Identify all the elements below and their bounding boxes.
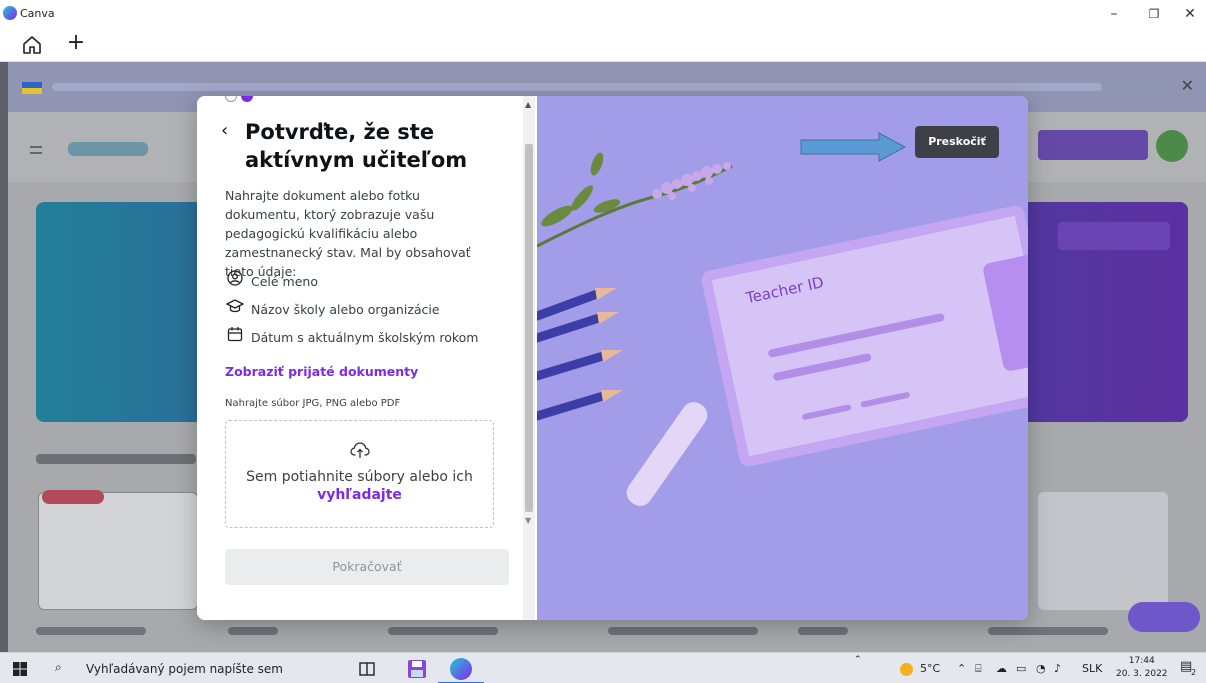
taskbar-search-input[interactable]: Vyhľadávaný pojem napíšte sem: [86, 662, 283, 676]
browse-files-link[interactable]: vyhľadajte: [226, 487, 493, 503]
cloud-upload-icon: [226, 441, 493, 463]
menu-icon: [30, 146, 42, 154]
teacher-id-illustration: Teacher ID Preskočiť: [537, 96, 1028, 620]
teacher-verification-modal: ‹ Potvrďte, že ste aktívnym učiteľom Nah…: [197, 96, 1028, 620]
requirement-label: Názov školy alebo organizácie: [251, 302, 440, 317]
banner-close-icon: ✕: [1180, 76, 1194, 95]
notification-count: 2: [1191, 668, 1197, 677]
taskbar-clock[interactable]: 17:44 20. 3. 2022: [1116, 655, 1168, 681]
minimize-button[interactable]: –: [1098, 4, 1130, 24]
requirement-item: Celé meno: [225, 270, 318, 290]
requirement-item: Názov školy alebo organizácie: [225, 298, 440, 318]
requirement-label: Celé meno: [251, 274, 318, 289]
graduation-cap-icon: [225, 298, 245, 320]
maximize-button[interactable]: ❐: [1138, 4, 1170, 24]
background-caption: [388, 627, 498, 635]
canva-logo-icon: [3, 6, 17, 20]
background-thumbnail-2: [1038, 492, 1168, 610]
card-line: [860, 391, 911, 408]
background-thumbnail: [38, 492, 198, 610]
step-dot-active: [241, 96, 253, 102]
card-line: [767, 312, 946, 358]
background-caption: [608, 627, 758, 635]
windows-taskbar: ⌕ Vyhľadávaný pojem napíšte sem ⌃ 5°C ⌃ …: [0, 652, 1206, 683]
clock-date: 20. 3. 2022: [1116, 669, 1168, 679]
battery-icon[interactable]: ▭: [1016, 662, 1026, 675]
back-chevron-icon[interactable]: ‹: [221, 120, 228, 141]
onedrive-icon[interactable]: ☁: [996, 662, 1007, 675]
arrow-right-icon: [800, 132, 907, 162]
modal-description: Nahrajte dokument alebo fotku dokumentu,…: [225, 188, 471, 279]
ukraine-flag-icon: [22, 82, 42, 94]
background-caption: [36, 627, 146, 635]
background-logo: [68, 142, 148, 156]
weather-icon: [900, 663, 913, 676]
scrollbar-thumb[interactable]: [525, 144, 533, 512]
background-create-button: [1038, 130, 1148, 160]
flower-illustration: [537, 152, 733, 248]
new-tab-button[interactable]: +: [64, 30, 88, 55]
pencils-illustration: [537, 288, 623, 421]
save-disk-icon[interactable]: [406, 658, 428, 680]
canva-app-icon[interactable]: [450, 658, 472, 680]
background-caption: [988, 627, 1108, 635]
language-indicator[interactable]: SLK: [1082, 662, 1102, 675]
requirement-label: Dátum s aktuálnym školským rokom: [251, 330, 479, 345]
search-icon[interactable]: ⌕: [55, 660, 62, 675]
window-title: Canva: [20, 7, 55, 20]
weather-temp[interactable]: 5°C: [920, 662, 940, 675]
task-view-icon[interactable]: [356, 658, 378, 680]
scroll-up-tray-icon[interactable]: ⌃: [854, 655, 862, 665]
modal-form-panel: ‹ Potvrďte, že ste aktívnym učiteľom Nah…: [197, 96, 537, 620]
calendar-icon: [225, 326, 245, 348]
window-titlebar: Canva – ❐ ✕: [0, 0, 1206, 28]
modal-title: Potvrďte, že ste aktívnym učiteľom: [245, 120, 468, 172]
file-dropzone[interactable]: Sem potiahnite súbory alebo ich vyhľadaj…: [225, 420, 494, 528]
background-caption: [228, 627, 278, 635]
card-line: [801, 404, 852, 421]
close-window-button[interactable]: ✕: [1174, 4, 1206, 24]
avatar: [1156, 130, 1188, 162]
tab-bar: +: [0, 28, 1206, 62]
background-caption: [798, 627, 848, 635]
background-hero-button: [1058, 222, 1170, 250]
accepted-documents-link[interactable]: Zobraziť prijaté dokumenty: [225, 364, 418, 379]
banner-text-placeholder: [52, 83, 1102, 91]
marker-illustration: [621, 397, 713, 511]
background-thumbnail-badge: [42, 490, 104, 504]
windows-start-icon[interactable]: [13, 662, 27, 676]
background-help-button: [1128, 602, 1200, 632]
step-dot: [225, 96, 237, 102]
network-icon[interactable]: ⌸: [975, 662, 982, 676]
modal-scrollbar[interactable]: ▲ ▼: [523, 96, 535, 620]
teacher-id-card: Teacher ID: [699, 203, 1028, 469]
clock-time: 17:44: [1128, 656, 1155, 666]
upload-hint: Nahrajte súbor JPG, PNG alebo PDF: [225, 398, 401, 409]
continue-button[interactable]: Pokračovať: [225, 549, 509, 585]
wifi-icon[interactable]: ◔: [1036, 662, 1046, 675]
person-circle-icon: [225, 270, 245, 292]
home-icon[interactable]: [20, 33, 44, 57]
step-indicator: [225, 96, 255, 102]
dropzone-text: Sem potiahnite súbory alebo ich: [246, 469, 473, 485]
scroll-down-icon[interactable]: ▼: [525, 516, 531, 525]
background-section-title: [36, 454, 196, 464]
skip-button[interactable]: Preskočiť: [915, 126, 999, 158]
tray-chevron-icon[interactable]: ⌃: [957, 662, 966, 675]
volume-icon[interactable]: ♪: [1054, 662, 1061, 675]
card-title: Teacher ID: [744, 273, 826, 308]
scroll-up-icon[interactable]: ▲: [525, 100, 531, 109]
requirement-item: Dátum s aktuálnym školským rokom: [225, 326, 478, 346]
card-line: [772, 352, 872, 382]
